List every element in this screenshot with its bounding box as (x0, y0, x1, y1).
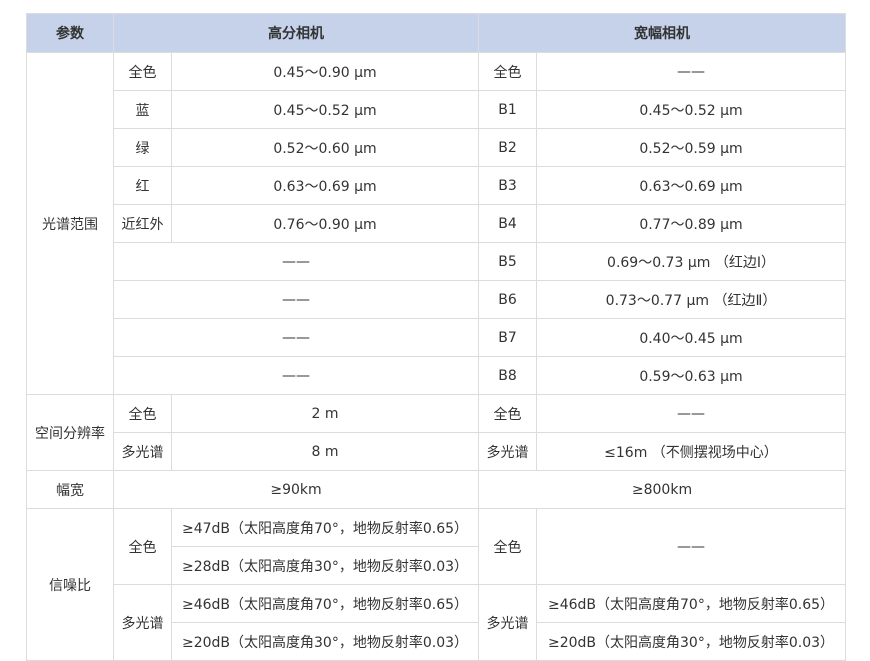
table-row: 红 0.63～0.69 μm B3 0.63～0.69 μm (27, 166, 846, 205)
wf-value: ≤16m （不侧摆视场中心） (536, 432, 846, 471)
wf-band: B5 (478, 242, 537, 281)
wf-value: 0.69～0.73 μm （红边Ⅰ） (536, 242, 846, 281)
table-row: —— B6 0.73～0.77 μm （红边Ⅱ） (27, 280, 846, 319)
wf-value: —— (536, 52, 846, 91)
row-label-resolution: 空间分辨率 (26, 394, 114, 471)
hr-value: 2 m (171, 394, 479, 433)
hr-band: 近红外 (113, 204, 172, 243)
wf-value: 0.45～0.52 μm (536, 90, 846, 129)
hr-value: 0.63～0.69 μm (171, 166, 479, 205)
row-label-spectral: 光谱范围 (26, 52, 114, 395)
table-row: 多光谱 ≥46dB（太阳高度角70°，地物反射率0.65） 多光谱 ≥46dB（… (27, 584, 846, 661)
wf-value: ≥20dB（太阳高度角30°，地物反射率0.03） (536, 622, 846, 661)
header-wf-camera: 宽幅相机 (478, 13, 846, 53)
wf-value: 0.59～0.63 μm (536, 356, 846, 395)
wf-value: 0.73～0.77 μm （红边Ⅱ） (536, 280, 846, 319)
table-row: 多光谱 8 m 多光谱 ≤16m （不侧摆视场中心） (27, 432, 846, 471)
hr-band: 全色 (113, 394, 172, 433)
wf-band: 全色 (478, 52, 537, 91)
hr-value: 0.45～0.52 μm (171, 90, 479, 129)
wf-band: 多光谱 (478, 432, 537, 471)
header-hr-camera: 高分相机 (113, 13, 479, 53)
hr-band: 多光谱 (113, 432, 172, 471)
table-header-row: 参数 高分相机 宽幅相机 (26, 13, 846, 53)
wf-value: ≥46dB（太阳高度角70°，地物反射率0.65） (536, 584, 846, 623)
table-row: —— B8 0.59～0.63 μm (27, 356, 846, 395)
wf-value: 0.40～0.45 μm (536, 318, 846, 357)
table-row: 蓝 0.45～0.52 μm B1 0.45～0.52 μm (27, 90, 846, 129)
wf-value: —— (536, 394, 846, 433)
hr-value: 0.45～0.90 μm (171, 52, 479, 91)
table-row: —— B5 0.69～0.73 μm （红边Ⅰ） (27, 242, 846, 281)
hr-band: 绿 (113, 128, 172, 167)
wf-value: —— (536, 508, 846, 585)
wf-band: B7 (478, 318, 537, 357)
row-label-snr: 信噪比 (26, 508, 114, 661)
wf-band: 全色 (478, 394, 537, 433)
wf-band: B3 (478, 166, 537, 205)
wf-value: ≥800km (478, 470, 846, 509)
hr-band: 红 (113, 166, 172, 205)
hr-value: ≥90km (113, 470, 479, 509)
hr-band: 全色 (113, 52, 172, 91)
header-param: 参数 (26, 13, 114, 53)
hr-value: —— (113, 280, 479, 319)
wf-value: 0.63～0.69 μm (536, 166, 846, 205)
hr-band: 蓝 (113, 90, 172, 129)
wf-band: B1 (478, 90, 537, 129)
hr-value: 8 m (171, 432, 479, 471)
table-row: 信噪比 全色 ≥47dB（太阳高度角70°，地物反射率0.65） 全色 —— (26, 508, 846, 661)
hr-value: —— (113, 242, 479, 281)
wf-value: 0.52～0.59 μm (536, 128, 846, 167)
wf-band: B8 (478, 356, 537, 395)
wf-band: 多光谱 (478, 584, 537, 661)
table-row: 光谱范围 全色 0.45～0.90 μm 全色 —— (26, 52, 846, 395)
wf-band: B6 (478, 280, 537, 319)
hr-value: 0.76～0.90 μm (171, 204, 479, 243)
table-row: —— B7 0.40～0.45 μm (27, 318, 846, 357)
wf-band: B2 (478, 128, 537, 167)
table-row: 幅宽 ≥90km ≥800km (26, 470, 846, 509)
spec-comparison-table: 参数 高分相机 宽幅相机 光谱范围 全色 0.45～0.90 μm 全色 —— … (26, 13, 846, 661)
hr-value: ≥20dB（太阳高度角30°，地物反射率0.03） (171, 622, 479, 661)
hr-band: 全色 (113, 508, 172, 585)
wf-band: 全色 (478, 508, 537, 585)
wf-value: 0.77～0.89 μm (536, 204, 846, 243)
hr-value: —— (113, 318, 479, 357)
table-row: 绿 0.52～0.60 μm B2 0.52～0.59 μm (27, 128, 846, 167)
hr-band: 多光谱 (113, 584, 172, 661)
hr-value: —— (113, 356, 479, 395)
hr-value: ≥28dB（太阳高度角30°，地物反射率0.03） (171, 546, 479, 585)
table-row: 空间分辨率 全色 2 m 全色 —— (26, 394, 846, 471)
hr-value: ≥47dB（太阳高度角70°，地物反射率0.65） (171, 508, 479, 547)
row-label-swath: 幅宽 (26, 470, 114, 509)
wf-band: B4 (478, 204, 537, 243)
table-row: 近红外 0.76～0.90 μm B4 0.77～0.89 μm (27, 204, 846, 243)
hr-value: 0.52～0.60 μm (171, 128, 479, 167)
hr-value: ≥46dB（太阳高度角70°，地物反射率0.65） (171, 584, 479, 623)
